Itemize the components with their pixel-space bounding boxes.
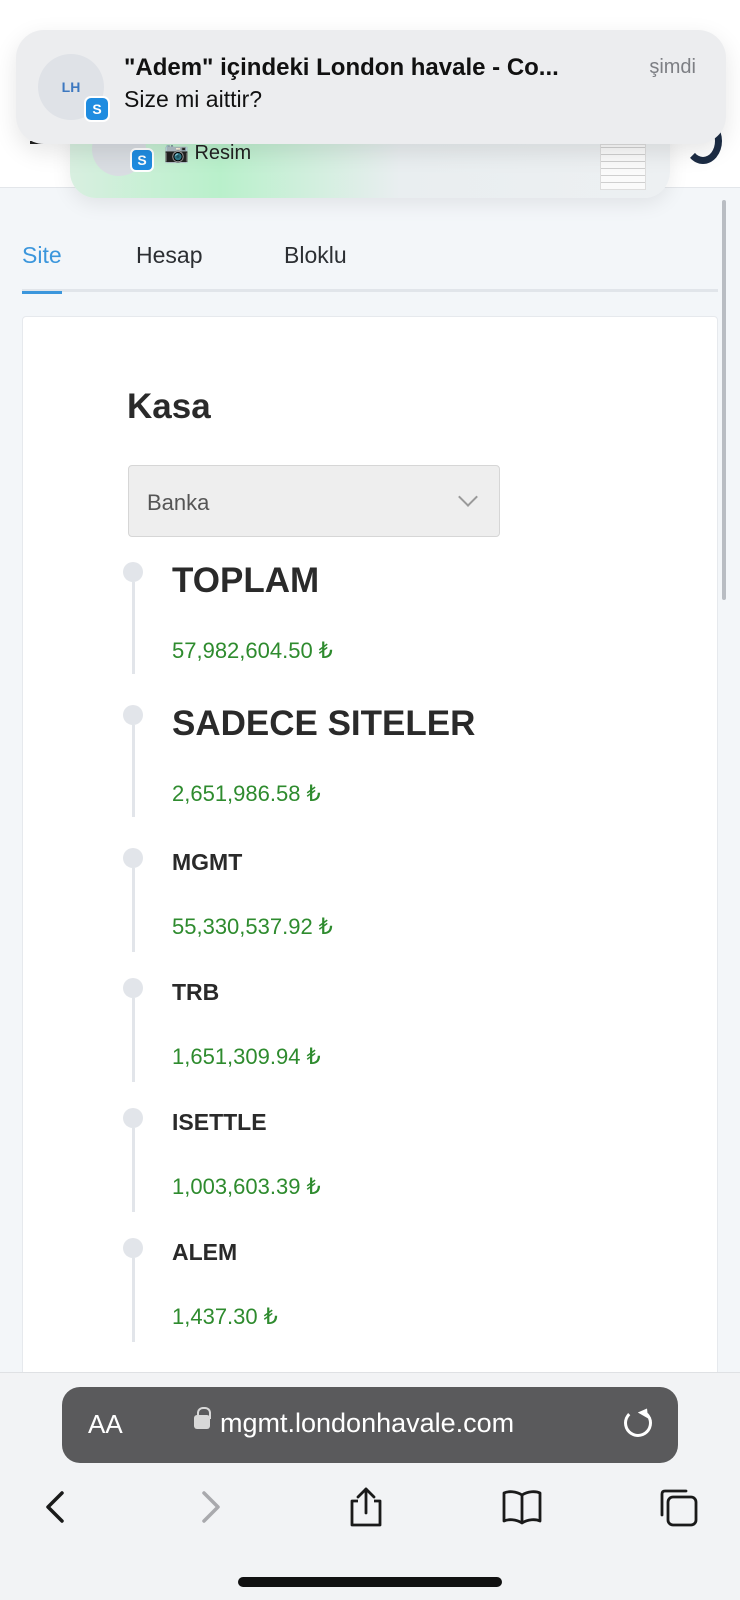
entry-amount: 57,982,604.50 ₺ xyxy=(172,638,333,663)
text-size-button[interactable]: AA xyxy=(88,1409,123,1440)
bookmarks-icon[interactable] xyxy=(500,1485,544,1529)
kasa-card: Kasa Banka TOPLAM 57,982,604.50 ₺ SADECE… xyxy=(22,316,718,1376)
timeline-line xyxy=(132,868,135,952)
timeline-item: TRB 1,651,309.94 ₺ xyxy=(123,978,703,1108)
timeline-line xyxy=(132,1258,135,1342)
home-indicator[interactable] xyxy=(238,1577,502,1587)
timeline-line xyxy=(132,1128,135,1212)
tab-hesap[interactable]: Hesap xyxy=(136,242,202,291)
back-icon[interactable] xyxy=(36,1485,80,1529)
timeline-item: ISETTLE 1,003,603.39 ₺ xyxy=(123,1108,703,1238)
notification-title: "Adem" içindeki London havale - Co... xyxy=(124,54,559,81)
entry-amount: 1,651,309.94 ₺ xyxy=(172,1044,321,1069)
entry-amount: 2,651,986.58 ₺ xyxy=(172,781,321,806)
tab-bloklu[interactable]: Bloklu xyxy=(284,242,347,291)
timeline-item: SADECE SITELER 2,651,986.58 ₺ xyxy=(123,704,703,848)
timeline-item: MGMT 55,330,537.92 ₺ xyxy=(123,848,703,978)
timeline-dot xyxy=(123,848,143,868)
entry-label: TOPLAM xyxy=(172,561,320,600)
tab-site[interactable]: Site xyxy=(22,242,62,294)
entry-label: ALEM xyxy=(172,1239,238,1265)
address-bar[interactable]: AA mgmt.londonhavale.com xyxy=(62,1387,678,1463)
share-icon[interactable] xyxy=(344,1485,388,1529)
timeline-line xyxy=(132,582,135,674)
entry-amount: 1,437.30 ₺ xyxy=(172,1304,278,1329)
entry-amount: 1,003,603.39 ₺ xyxy=(172,1174,321,1199)
notification-body: Size mi aittir? xyxy=(124,86,263,112)
tabs-icon[interactable] xyxy=(656,1485,700,1529)
entry-label: ISETTLE xyxy=(172,1109,267,1135)
timeline-dot xyxy=(123,1108,143,1128)
timeline-dot xyxy=(123,1238,143,1258)
browser-toolbar: AA mgmt.londonhavale.com xyxy=(0,1372,740,1600)
entry-label: SADECE SITELER xyxy=(172,704,476,743)
page-scrollbar[interactable] xyxy=(722,200,726,600)
notification-time: şimdi xyxy=(649,56,696,78)
timeline-line xyxy=(132,998,135,1082)
url-text[interactable]: mgmt.londonhavale.com xyxy=(220,1408,514,1439)
reload-icon[interactable] xyxy=(624,1409,652,1437)
app-badge-icon: S xyxy=(130,148,154,172)
timeline-line xyxy=(132,725,135,817)
balance-timeline: TOPLAM 57,982,604.50 ₺ SADECE SITELER 2,… xyxy=(123,561,703,1368)
timeline-item: TOPLAM 57,982,604.50 ₺ xyxy=(123,561,703,705)
source-select[interactable]: Banka xyxy=(128,465,500,537)
lock-icon xyxy=(194,1407,211,1429)
notification-banner[interactable]: LH S "Adem" içindeki London havale - Co.… xyxy=(16,30,726,144)
select-value: Banka xyxy=(147,490,210,515)
timeline-dot xyxy=(123,562,143,582)
app-badge-icon: S xyxy=(84,96,110,122)
chevron-down-icon xyxy=(458,487,478,507)
entry-amount: 55,330,537.92 ₺ xyxy=(172,914,333,939)
timeline-item: ALEM 1,437.30 ₺ xyxy=(123,1238,703,1368)
timeline-dot xyxy=(123,978,143,998)
timeline-dot xyxy=(123,705,143,725)
card-title: Kasa xyxy=(127,387,211,426)
tab-bar: Site Hesap Bloklu xyxy=(22,232,718,294)
entry-label: MGMT xyxy=(172,849,243,875)
notification-thumbnail xyxy=(600,144,646,190)
entry-label: TRB xyxy=(172,979,220,1005)
forward-icon[interactable] xyxy=(188,1485,232,1529)
